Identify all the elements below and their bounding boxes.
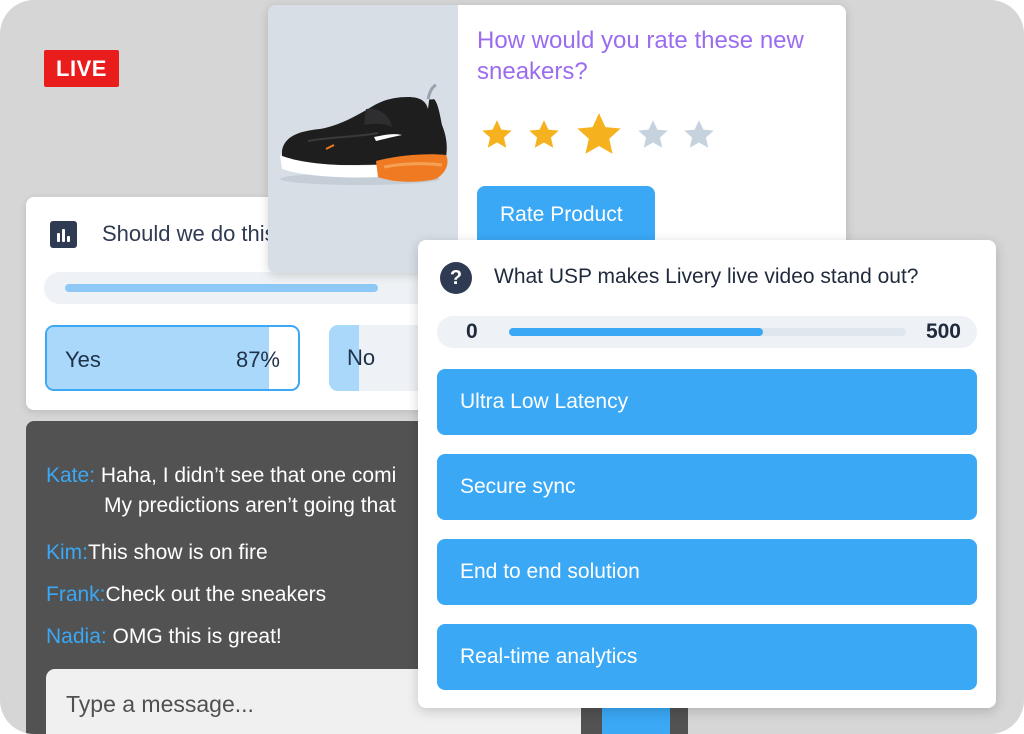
quiz-question: What USP makes Livery live video stand o… xyxy=(494,265,919,288)
star-icon[interactable] xyxy=(636,118,670,152)
chat-author: Kate: xyxy=(46,464,96,487)
bar-chart-icon xyxy=(50,221,77,248)
quiz-option-ultra-low-latency[interactable]: Ultra Low Latency xyxy=(437,369,977,435)
timer-track xyxy=(509,328,906,336)
chat-text-continuation: My predictions aren’t going that xyxy=(104,494,396,517)
rating-card: How would you rate these new sneakers? R… xyxy=(268,5,846,273)
stage: LIVE Should we do this Yes 87% No Kate: … xyxy=(0,0,1024,734)
chat-author: Kim: xyxy=(46,541,88,564)
question-icon: ? xyxy=(440,262,472,294)
chat-text: This show is on fire xyxy=(88,541,268,564)
chat-author: Nadia: xyxy=(46,625,107,648)
chat-author: Frank: xyxy=(46,583,106,606)
quiz-option-real-time-analytics[interactable]: Real-time analytics xyxy=(437,624,977,690)
chat-message: Kate: Haha, I didn’t see that one comi xyxy=(46,464,396,488)
star-icon[interactable] xyxy=(574,110,624,160)
rating-question: How would you rate these new sneakers? xyxy=(477,27,804,85)
timer-max-label: 500 xyxy=(925,320,961,343)
poll-option-no-label: No xyxy=(347,345,376,370)
poll-progress-track xyxy=(44,272,444,304)
poll-option-yes[interactable]: Yes 87% xyxy=(45,325,300,391)
star-icon[interactable] xyxy=(682,118,716,152)
star-icon[interactable] xyxy=(527,118,561,152)
sneaker-image xyxy=(268,5,458,273)
quiz-timer: 0 500 xyxy=(437,316,977,348)
chat-text: Haha, I didn’t see that one comi xyxy=(100,464,397,487)
timer-fill xyxy=(509,328,763,336)
chat-text: OMG this is great! xyxy=(112,625,282,648)
poll-progress-fill xyxy=(65,284,378,292)
chat-message: Nadia: OMG this is great! xyxy=(46,625,282,649)
poll-option-yes-label: Yes xyxy=(65,347,101,372)
timer-min-label: 0 xyxy=(466,320,478,343)
chat-message: Frank:Check out the sneakers xyxy=(46,583,326,607)
poll-option-yes-percent: 87% xyxy=(235,347,280,372)
quiz-option-end-to-end-solution[interactable]: End to end solution xyxy=(437,539,977,605)
quiz-card: ? What USP makes Livery live video stand… xyxy=(418,240,996,708)
live-badge: LIVE xyxy=(44,50,119,87)
chat-text: Check out the sneakers xyxy=(105,583,327,606)
poll-title: Should we do this xyxy=(102,221,276,246)
star-icon[interactable] xyxy=(480,118,514,152)
quiz-option-secure-sync[interactable]: Secure sync xyxy=(437,454,977,520)
chat-message: Kim:This show is on fire xyxy=(46,541,268,565)
